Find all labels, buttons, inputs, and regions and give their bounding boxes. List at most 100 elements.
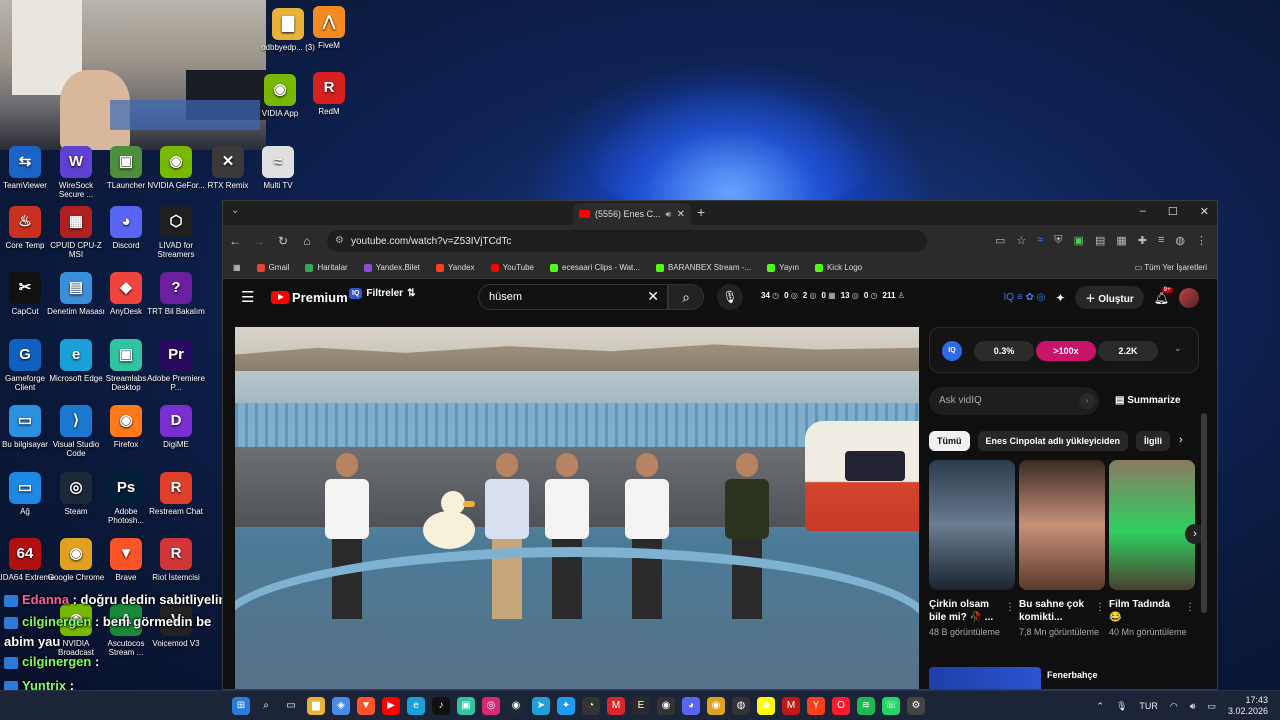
vidiq-stat[interactable]: 13 ◎ (841, 291, 859, 300)
back-icon[interactable]: ← (223, 234, 247, 248)
bookmark-item[interactable]: Yandex (436, 263, 475, 272)
start-icon[interactable]: ⊞ (232, 697, 250, 715)
settings-icon[interactable]: ⚙ (907, 697, 925, 715)
browser-menu-icon[interactable]: ⋮ (1196, 234, 1207, 247)
streamlabs-icon[interactable]: ▣ (457, 697, 475, 715)
notifications-button[interactable]: 🔔︎ 9+ (1154, 286, 1173, 305)
site-info-icon[interactable]: ⚙ (335, 235, 344, 246)
vidiq-stat[interactable]: 2 ◎ (803, 291, 817, 300)
home-icon[interactable]: ⌂ (295, 234, 319, 248)
chips-next-icon[interactable]: › (1179, 434, 1183, 446)
network-icon[interactable]: ◠ (1170, 701, 1178, 712)
opera-icon[interactable]: O (832, 697, 850, 715)
github-icon[interactable]: ◍ (732, 697, 750, 715)
vidiq-stat[interactable]: 0 ▦ (821, 291, 835, 300)
clips-icon[interactable]: ✦ (1055, 291, 1065, 305)
extension-shield-icon[interactable]: ⛨ (1054, 234, 1062, 247)
filters-button[interactable]: IQ Filtreler ⇅ (349, 288, 415, 299)
short-title[interactable]: Film Tadında 😂 (1109, 598, 1183, 624)
discord-icon[interactable]: ◕ (682, 697, 700, 715)
clear-search-icon[interactable]: ✕ (647, 288, 659, 305)
reload-icon[interactable]: ↻ (271, 234, 295, 248)
chevron-down-icon[interactable]: ⌄ (1174, 343, 1182, 354)
tray-mic-icon[interactable]: 🎙︎ (1116, 701, 1127, 712)
language-indicator[interactable]: TUR (1139, 701, 1158, 711)
twitter-icon[interactable]: ✦ (557, 697, 575, 715)
volume-icon[interactable]: 🔊︎ (1190, 701, 1196, 712)
whatsapp-icon[interactable]: ☏ (882, 697, 900, 715)
more-options-icon[interactable]: ⋮ (1005, 602, 1015, 613)
reading-list-icon[interactable]: ≡ (1158, 234, 1164, 247)
desk-icon-trt-bil-bakalim[interactable]: ? TRT Bil Bakalım (146, 272, 206, 316)
chip-from-uploader[interactable]: Enes Cinpolat adlı yükleyiciden (977, 431, 1129, 451)
edge-icon[interactable]: e (407, 697, 425, 715)
desk-icon-digime[interactable]: D DigiME (146, 405, 206, 449)
desk-icon-premiere[interactable]: Pr Adobe Premiere P... (146, 339, 206, 392)
desk-icon-restream[interactable]: R Restream Chat (146, 472, 206, 516)
search-input[interactable]: hüsem ✕ (478, 284, 668, 310)
tab-search-icon[interactable]: ⌄ (231, 205, 239, 216)
short-title[interactable]: Bu sahne çok komikti... (1019, 598, 1093, 624)
battery-icon[interactable]: ▭ (1207, 701, 1216, 712)
vidiq-metric-outlier[interactable]: >100x (1036, 341, 1096, 361)
minimize-button[interactable]: – (1140, 205, 1146, 218)
menu-hamburger-icon[interactable]: ☰ (241, 288, 254, 306)
vidiq-stat[interactable]: 0 ◎ (784, 291, 798, 300)
bookmark-item[interactable]: ecesaari Clips - Wat... (550, 263, 640, 272)
short-title[interactable]: Çirkin olsam bile mi? 🥀 ... (929, 598, 1003, 624)
epic-icon[interactable]: E (632, 697, 650, 715)
mcafee-icon[interactable]: M (782, 697, 800, 715)
obs-icon[interactable]: ◉ (657, 697, 675, 715)
search-button[interactable]: ⌕ (668, 284, 704, 310)
extension-window-icon[interactable]: ▦ (1116, 234, 1126, 247)
copilot-icon[interactable]: ◈ (332, 697, 350, 715)
short-card[interactable]: Film Tadında 😂 40 Mn görüntüleme ⋮ (1109, 460, 1195, 638)
desk-icon-livad[interactable]: ⬡ LIVAD for Streamers (146, 206, 206, 259)
desk-icon-riot[interactable]: R Riot İstemcisi (146, 538, 206, 582)
bookmark-item[interactable]: Gmail (256, 263, 289, 272)
short-card[interactable]: Çirkin olsam bile mi? 🥀 ... 48 B görüntül… (929, 460, 1015, 638)
vidiq-metric-engagement[interactable]: 0.3% (974, 341, 1034, 361)
apps-grid-icon[interactable]: ▦ (233, 263, 241, 272)
snapchat-icon[interactable]: ☻ (757, 697, 775, 715)
extension-green-icon[interactable]: ▣ (1074, 234, 1084, 247)
clock[interactable]: 17:43 3.02.2026 (1228, 695, 1268, 717)
search-icon[interactable]: ⌕ (257, 697, 275, 715)
short-thumbnail[interactable] (1019, 460, 1105, 590)
forward-icon[interactable]: → (247, 234, 271, 248)
vidiq-metric-views-per-hour[interactable]: 2.2K (1098, 341, 1158, 361)
extension-wave-icon[interactable]: ≈ (1037, 234, 1043, 247)
bookmark-item[interactable]: BARANBEX Stream -... (655, 263, 751, 272)
task-view-icon[interactable]: ▭ (282, 697, 300, 715)
desk-icon-multi-tv[interactable]: ≈ Multi TV (248, 146, 308, 190)
vidiq-logo[interactable]: IQ (942, 341, 962, 361)
address-bar[interactable]: ⚙ youtube.com/watch?v=Z53IVjTCdTc (327, 230, 927, 252)
mega-icon[interactable]: M (607, 697, 625, 715)
steam-icon[interactable]: ◉ (507, 697, 525, 715)
bookmark-item[interactable]: Yandex.Bilet (363, 263, 420, 272)
tray-overflow-icon[interactable]: ⌃ (1096, 701, 1104, 712)
instagram-icon[interactable]: ◎ (482, 697, 500, 715)
spotify-icon[interactable]: ≋ (857, 697, 875, 715)
next-video-title[interactable]: Fenerbahçe (1047, 670, 1098, 680)
recorder-icon[interactable]: ◔ (582, 697, 600, 715)
telegram-icon[interactable]: ➤ (532, 697, 550, 715)
bookmark-item[interactable]: Kick Logo (814, 263, 862, 272)
ask-submit-icon[interactable]: › (1079, 393, 1095, 409)
maximize-button[interactable]: ☐ (1168, 205, 1178, 218)
cast-icon[interactable]: ▭ (995, 234, 1005, 247)
desk-icon-fivem[interactable]: ⋀ FiveM (299, 6, 359, 50)
vidiq-stat[interactable]: 0 ◷ (864, 291, 878, 300)
more-options-icon[interactable]: ⋮ (1095, 602, 1105, 613)
extensions-puzzle-icon[interactable]: ✚ (1138, 234, 1147, 247)
chip-related[interactable]: İlgili (1136, 431, 1171, 451)
create-button[interactable]: ＋ Oluştur (1075, 286, 1144, 309)
tab-youtube[interactable]: (5556) Enes C... 🔊︎ ✕ (573, 203, 691, 225)
tiktok-icon[interactable]: ♪ (432, 697, 450, 715)
tab-close-icon[interactable]: ✕ (677, 209, 685, 220)
video-player[interactable] (235, 327, 919, 689)
file-explorer-icon[interactable]: ▆ (307, 697, 325, 715)
bookmark-star-icon[interactable]: ☆ (1016, 234, 1026, 247)
chrome-icon[interactable]: ◉ (707, 697, 725, 715)
short-thumbnail[interactable] (1109, 460, 1195, 590)
